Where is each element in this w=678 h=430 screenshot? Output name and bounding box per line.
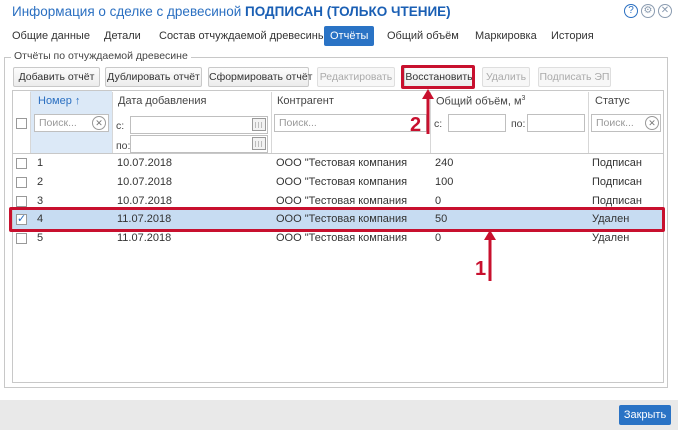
dialog-footer: Закрыть xyxy=(0,400,678,430)
arrow-head-1 xyxy=(484,230,496,240)
annotation-step-1: 1 xyxy=(475,258,487,280)
annotation-arrows xyxy=(422,89,496,281)
annotation-step-2: 2 xyxy=(410,114,422,136)
close-button[interactable]: Закрыть xyxy=(619,405,671,425)
arrow-head-2 xyxy=(422,89,434,99)
